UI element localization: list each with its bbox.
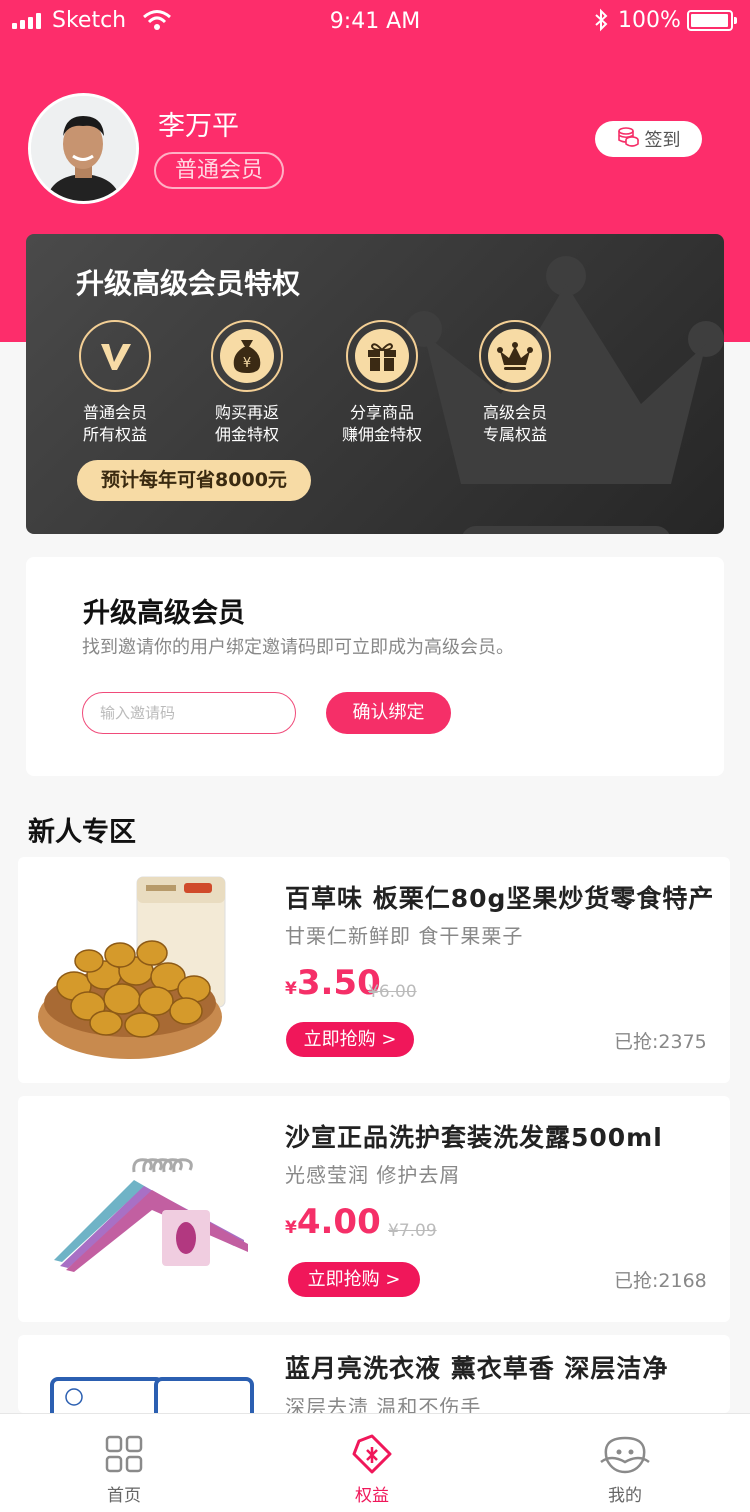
avatar[interactable] (28, 93, 139, 204)
battery-icon (687, 10, 737, 31)
product-price: ¥4.00 (285, 1202, 381, 1242)
product-image-hangers (54, 1158, 248, 1272)
status-bar: Sketch 9:41 AM 100% (0, 0, 750, 44)
tab-home[interactable]: 首页 (64, 1414, 184, 1512)
perk-share-commission[interactable]: 分享商品 赚佣金特权 (312, 320, 452, 446)
product-price: ¥3.50 (285, 963, 381, 1003)
product-name: 沙宣正品洗护套装洗发露500ml (285, 1123, 663, 1152)
svg-text:¥: ¥ (243, 356, 251, 371)
product-description: 光感莹润 修护去屑 (285, 1163, 461, 1187)
sold-count: 已抢:2168 (614, 1270, 707, 1292)
perk-label-line1: 购买再返 (214, 403, 279, 422)
member-level-badge: 普通会员 (154, 152, 284, 189)
section-title-new-user: 新人专区 (28, 817, 136, 848)
product-card[interactable]: 百草味 板栗仁80g坚果炒货零食特产 甘栗仁新鲜即 食干果栗子 ¥3.50 ¥6… (18, 857, 730, 1083)
face-icon (600, 1436, 650, 1474)
tab-benefits[interactable]: 权益 (312, 1414, 432, 1512)
perk-label-line1: 普通会员 (82, 403, 147, 422)
bluetooth-icon (593, 8, 609, 38)
grid-icon (105, 1435, 143, 1473)
crown-icon (488, 329, 542, 383)
tag-icon (352, 1434, 392, 1474)
tab-mine[interactable]: 我的 (565, 1414, 685, 1512)
product-name: 蓝月亮洗衣液 薰衣草香 深层洁净 (285, 1354, 669, 1383)
confirm-bind-button[interactable]: 确认绑定 (326, 692, 451, 734)
annual-savings-badge[interactable]: 预计每年可省8000元 (77, 460, 311, 501)
invite-code-card: 升级高级会员 找到邀请你的用户绑定邀请码即可立即成为高级会员。 确认绑定 (26, 557, 724, 776)
product-card[interactable]: 沙宣正品洗护套装洗发露500ml 光感莹润 修护去屑 ¥4.00 ¥7.09 立… (18, 1096, 730, 1322)
tab-label: 我的 (608, 1486, 642, 1506)
perk-label-line2: 赚佣金特权 (341, 425, 422, 444)
sign-in-label: 签到 (644, 130, 681, 151)
tab-label: 首页 (107, 1486, 141, 1506)
gift-icon (355, 329, 409, 383)
perk-basic-rights[interactable]: 普通会员 所有权益 (45, 320, 185, 446)
perk-label-line2: 所有权益 (82, 425, 147, 444)
perk-rebate[interactable]: ¥ 购买再返 佣金特权 (177, 320, 317, 446)
bottom-tab-bar: 首页 权益 我的 (0, 1413, 750, 1512)
invite-code-input[interactable] (82, 692, 296, 734)
battery-percent: 100% (618, 8, 681, 33)
sold-count: 已抢:2375 (614, 1031, 707, 1053)
perk-label-line2: 专属权益 (482, 425, 547, 444)
product-image-detergent (50, 1377, 254, 1413)
perk-label-line1: 高级会员 (482, 403, 547, 422)
v-icon (88, 329, 142, 383)
vip-upgrade-card: 升级高级会员特权 普通会员 所有权益 ¥ 购买再返 佣金特权 分享商品 赚佣金特… (26, 234, 724, 534)
sign-in-button[interactable]: 签到 (595, 121, 702, 157)
money-bag-icon: ¥ (220, 329, 274, 383)
user-name: 李万平 (158, 111, 239, 142)
invite-subtitle: 找到邀请你的用户绑定邀请码即可立即成为高级会员。 (82, 637, 514, 658)
product-image-chestnuts (38, 876, 226, 1059)
perk-label-line1: 分享商品 (349, 403, 414, 422)
product-original-price: ¥6.00 (368, 982, 417, 1002)
product-card[interactable]: 蓝月亮洗衣液 薰衣草香 深层洁净 深层去渍 温和不伤手 (18, 1335, 730, 1413)
coins-icon (617, 126, 639, 153)
buy-now-button[interactable]: 立即抢购 > (286, 1022, 414, 1057)
product-description: 甘栗仁新鲜即 食干果栗子 (285, 924, 524, 948)
product-description: 深层去渍 温和不伤手 (285, 1395, 482, 1413)
perk-premium-exclusive[interactable]: 高级会员 专属权益 (445, 320, 585, 446)
invite-title: 升级高级会员 (83, 598, 245, 629)
buy-now-button[interactable]: 立即抢购 > (288, 1262, 420, 1297)
vip-card-title: 升级高级会员特权 (76, 267, 301, 300)
product-original-price: ¥7.09 (388, 1221, 437, 1241)
tab-label: 权益 (355, 1486, 389, 1506)
perk-label-line2: 佣金特权 (214, 425, 279, 444)
product-name: 百草味 板栗仁80g坚果炒货零食特产 (285, 884, 715, 913)
